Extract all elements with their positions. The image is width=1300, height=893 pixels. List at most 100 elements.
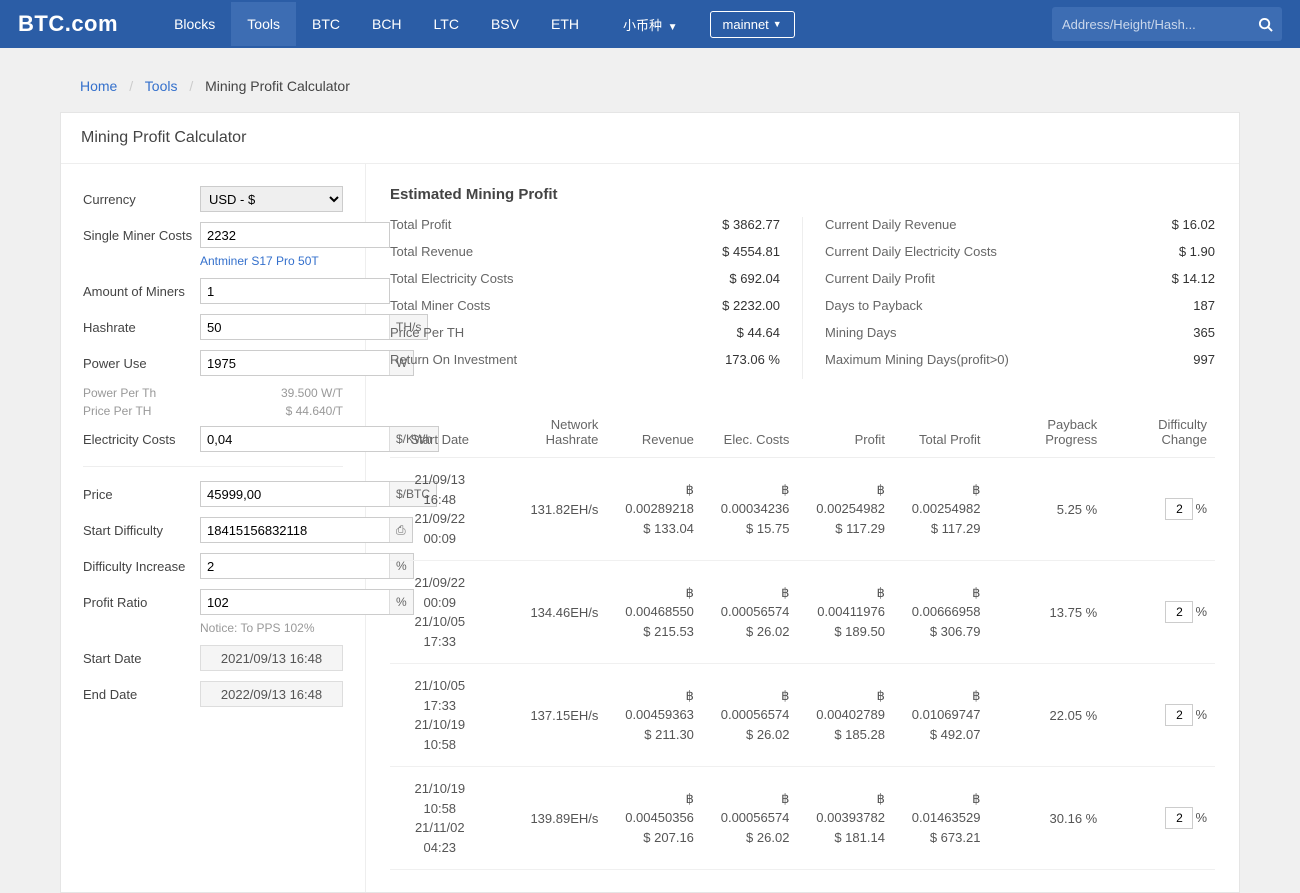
results-table: Start Date Network Hashrate Revenue Elec… — [390, 407, 1215, 870]
miner-model-link[interactable]: Antminer S17 Pro 50T — [83, 254, 343, 268]
table-row: 21/09/22 00:0921/10/05 17:33 134.46EH/s … — [390, 561, 1215, 664]
stat-label: Total Profit — [390, 217, 451, 232]
stat-row: Maximum Mining Days(profit>0) 997 — [825, 352, 1215, 367]
cell-hashrate: 134.46EH/s — [490, 561, 607, 664]
cell-eleccosts: ฿ 0.00056574$ 26.02 — [702, 664, 798, 767]
diffchange-input[interactable] — [1165, 498, 1193, 520]
poweruse-input[interactable] — [201, 351, 389, 375]
search-input[interactable] — [1052, 17, 1248, 32]
stat-row: Mining Days365 — [825, 325, 1215, 340]
stat-label: Mining Days — [825, 325, 897, 340]
stat-row: Days to Payback187 — [825, 298, 1215, 313]
cell-eleccosts: ฿ 0.00034236$ 15.75 — [702, 458, 798, 561]
stat-label: Maximum Mining Days(profit>0) — [825, 352, 1009, 367]
profitratio-input[interactable] — [201, 590, 389, 614]
summary-title: Estimated Mining Profit — [390, 186, 1215, 203]
stat-label: Total Revenue — [390, 244, 473, 259]
th-eleccosts: Elec. Costs — [702, 407, 798, 458]
th-startdate: Start Date — [390, 407, 490, 458]
caret-down-icon: ▼ — [668, 22, 678, 33]
main-content: Estimated Mining Profit Total Profit $ 38… — [366, 164, 1239, 892]
stat-value: $ 3862.77 — [722, 217, 780, 232]
stat-value: $ 4554.81 — [722, 244, 780, 259]
diffinc-input[interactable] — [201, 554, 389, 578]
profitratio-label: Profit Ratio — [83, 595, 200, 610]
startdiff-input[interactable] — [201, 518, 389, 542]
currency-select[interactable]: USD - $ — [200, 186, 343, 212]
hashrate-label: Hashrate — [83, 320, 200, 335]
cell-diffchange: % — [1105, 561, 1215, 664]
network-selector[interactable]: mainnet ▼ — [710, 11, 795, 38]
breadcrumb-home[interactable]: Home — [80, 78, 117, 94]
stat-row: Total Miner Costs$ 2232.00 — [390, 298, 780, 313]
page-title: Mining Profit Calculator — [61, 113, 1239, 164]
stat-value: 997 — [1193, 352, 1215, 367]
breadcrumb-tools[interactable]: Tools — [145, 78, 178, 94]
stat-value: $ 44.64 — [737, 325, 780, 340]
cell-diffchange: % — [1105, 458, 1215, 561]
hashrate-input[interactable] — [201, 315, 389, 339]
stat-value: $ 692.04 — [729, 271, 780, 286]
stat-label: Current Daily Profit — [825, 271, 935, 286]
elec-input[interactable] — [201, 427, 389, 451]
nav-ltc[interactable]: LTC — [418, 2, 475, 46]
cell-profit: ฿ 0.00393782$ 181.14 — [797, 767, 893, 870]
startdate-input[interactable]: 2021/09/13 16:48 — [200, 645, 343, 671]
stat-row: Total Profit $ 3862.77 — [390, 217, 780, 232]
cell-totalprofit: ฿ 0.00254982$ 117.29 — [893, 458, 989, 561]
stat-row: Return On Investment173.06 % — [390, 352, 780, 367]
cell-totalprofit: ฿ 0.01069747$ 492.07 — [893, 664, 989, 767]
priceperth-value: $ 44.640/T — [200, 404, 343, 418]
startdate-label: Start Date — [83, 651, 200, 666]
stat-value: $ 16.02 — [1172, 217, 1215, 232]
priceperth-label: Price Per TH — [83, 404, 200, 418]
nav-eth[interactable]: ETH — [535, 2, 595, 46]
nav-altcoins-dropdown[interactable]: 小币种 ▼ — [609, 1, 692, 48]
search-button[interactable] — [1248, 7, 1282, 41]
cell-hashrate: 131.82EH/s — [490, 458, 607, 561]
breadcrumb: Home / Tools / Mining Profit Calculator — [60, 48, 1240, 112]
cell-eleccosts: ฿ 0.00056574$ 26.02 — [702, 767, 798, 870]
stat-row: Current Daily Profit$ 14.12 — [825, 271, 1215, 286]
cell-revenue: ฿ 0.00468550$ 215.53 — [606, 561, 702, 664]
currency-label: Currency — [83, 192, 200, 207]
diffchange-input[interactable] — [1165, 704, 1193, 726]
single-miner-label: Single Miner Costs — [83, 228, 200, 243]
cell-revenue: ฿ 0.00450356$ 207.16 — [606, 767, 702, 870]
stat-label: Days to Payback — [825, 298, 923, 313]
nav-items: Blocks Tools BTC BCH LTC BSV ETH 小币种 ▼ m… — [158, 1, 795, 48]
nav-bsv[interactable]: BSV — [475, 2, 535, 46]
cell-payback: 5.25 % — [988, 458, 1105, 561]
logo[interactable]: BTC.com — [18, 11, 118, 37]
diffchange-input[interactable] — [1165, 807, 1193, 829]
diffchange-input[interactable] — [1165, 601, 1193, 623]
cell-payback: 30.16 % — [988, 767, 1105, 870]
stat-label: Current Daily Electricity Costs — [825, 244, 997, 259]
amount-input[interactable] — [201, 279, 389, 303]
nav-btc[interactable]: BTC — [296, 2, 356, 46]
nav-tools[interactable]: Tools — [231, 2, 296, 46]
price-input[interactable] — [201, 482, 389, 506]
th-revenue: Revenue — [606, 407, 702, 458]
startdiff-label: Start Difficulty — [83, 523, 200, 538]
enddate-input[interactable]: 2022/09/13 16:48 — [200, 681, 343, 707]
main-panel: Mining Profit Calculator Currency USD - … — [60, 112, 1240, 893]
stat-label: Current Daily Revenue — [825, 217, 957, 232]
stat-label: Return On Investment — [390, 352, 517, 367]
th-networkhashrate: Network Hashrate — [490, 407, 607, 458]
stat-label: Total Electricity Costs — [390, 271, 514, 286]
summary-stats: Total Profit $ 3862.77 Total Revenue $ 4554… — [390, 217, 1215, 379]
cell-profit: ฿ 0.00402789$ 185.28 — [797, 664, 893, 767]
single-miner-input[interactable] — [201, 223, 389, 247]
cell-payback: 13.75 % — [988, 561, 1105, 664]
breadcrumb-current: Mining Profit Calculator — [205, 78, 350, 94]
nav-blocks[interactable]: Blocks — [158, 2, 231, 46]
amount-label: Amount of Miners — [83, 284, 200, 299]
table-row: 21/10/19 10:5821/11/02 04:23 139.89EH/s … — [390, 767, 1215, 870]
nav-bch[interactable]: BCH — [356, 2, 418, 46]
cell-totalprofit: ฿ 0.00666958$ 306.79 — [893, 561, 989, 664]
cell-revenue: ฿ 0.00289218$ 133.04 — [606, 458, 702, 561]
cell-revenue: ฿ 0.00459363$ 211.30 — [606, 664, 702, 767]
cell-hashrate: 139.89EH/s — [490, 767, 607, 870]
th-totalprofit: Total Profit — [893, 407, 989, 458]
